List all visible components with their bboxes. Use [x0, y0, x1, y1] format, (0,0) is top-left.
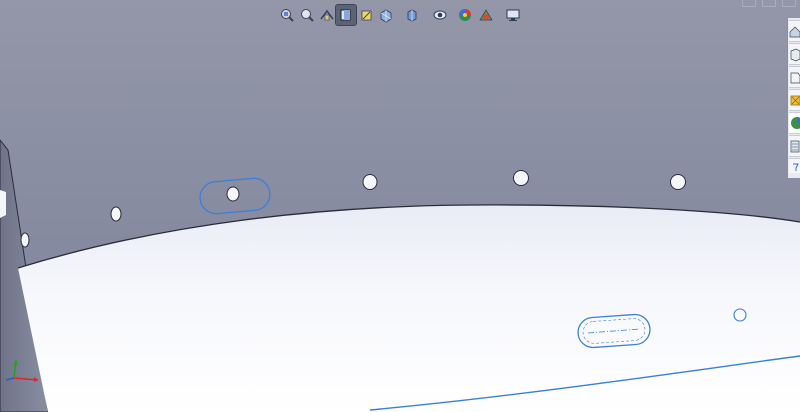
minimize-icon[interactable] [742, 0, 756, 7]
left-edge-highlight [0, 190, 6, 218]
display-style-icon[interactable] [402, 5, 422, 25]
window-controls [742, 0, 796, 8]
model-view[interactable] [0, 0, 800, 412]
view-palette-icon[interactable] [789, 89, 800, 111]
reference-triad [5, 359, 39, 382]
pin-icon[interactable] [789, 158, 800, 173]
task-pane [787, 18, 800, 178]
file-explorer-icon[interactable] [789, 66, 800, 88]
hole[interactable] [20, 232, 30, 248]
hole[interactable] [110, 206, 122, 222]
triad-z-axis [5, 377, 15, 381]
apply-scene-icon[interactable] [476, 5, 496, 25]
section-view-icon[interactable] [335, 4, 357, 26]
zoom-to-area-icon[interactable] [297, 5, 317, 25]
hole[interactable] [362, 174, 378, 190]
hole[interactable] [513, 170, 529, 186]
hole[interactable] [226, 186, 240, 202]
bottom-face[interactable] [18, 204, 800, 412]
graphics-area[interactable] [0, 0, 800, 412]
zoom-to-fit-icon[interactable] [277, 5, 297, 25]
appearances-icon[interactable] [789, 112, 800, 134]
restore-icon[interactable] [762, 0, 776, 7]
hide-show-items-icon[interactable] [430, 5, 450, 25]
previous-view-icon[interactable] [317, 5, 337, 25]
close-icon[interactable] [782, 0, 796, 7]
design-library-icon[interactable] [789, 43, 800, 65]
custom-properties-icon[interactable] [789, 135, 800, 157]
view-orientation-icon[interactable] [376, 5, 396, 25]
hole[interactable] [670, 174, 686, 190]
view-settings-icon[interactable] [503, 5, 523, 25]
dynamic-annotation-icon[interactable] [357, 5, 377, 25]
home-icon[interactable] [789, 20, 800, 42]
edit-appearance-icon[interactable] [455, 5, 475, 25]
